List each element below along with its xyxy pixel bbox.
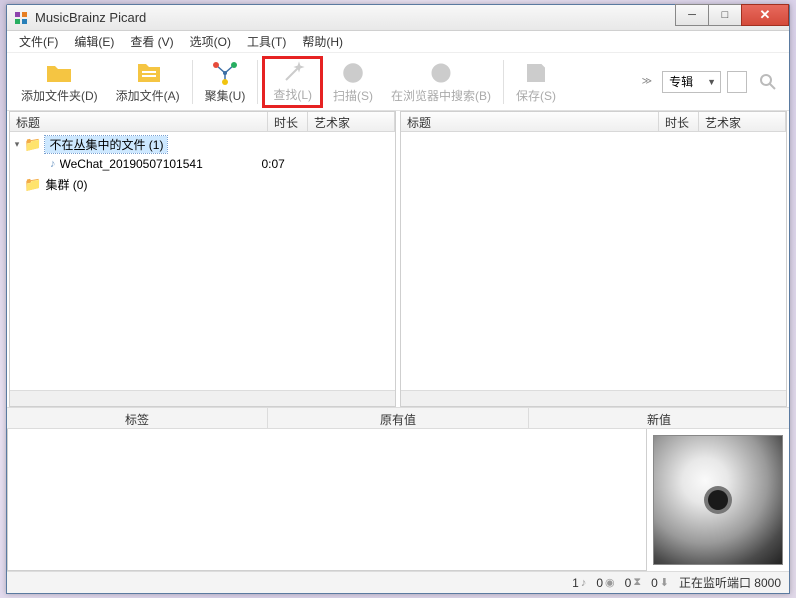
disc-icon: ◉ [605, 576, 615, 589]
app-icon [13, 10, 29, 26]
chevron-down-icon: ▼ [707, 77, 716, 87]
add-files-button[interactable]: 添加文件(A) [108, 56, 188, 108]
folder-icon: 📁 [24, 136, 41, 153]
toolbar-right: ≫ 专辑 ▼ [638, 67, 783, 97]
left-columns: 标题 时长 艺术家 [10, 112, 395, 132]
pending-icon: ⧗ [633, 576, 641, 589]
toolbar-separator [257, 60, 258, 104]
folder-icon: 📁 [24, 176, 41, 193]
col-title[interactable]: 标题 [10, 112, 268, 131]
bottom-area [7, 429, 789, 571]
window-controls: ─ □ ✕ [676, 4, 789, 26]
right-scrollbar[interactable] [401, 390, 786, 406]
menu-tools[interactable]: 工具(T) [239, 31, 294, 52]
tagcol-new[interactable]: 新值 [529, 408, 789, 428]
tree-row-clusters[interactable]: 📁 集群 (0) [10, 174, 395, 194]
folder-icon [45, 59, 73, 87]
close-button[interactable]: ✕ [741, 4, 789, 26]
toolbar-separator [503, 60, 504, 104]
right-columns: 标题 时长 艺术家 [401, 112, 786, 132]
tree-row-unclustered[interactable]: ▾ 📁 不在丛集中的文件 (1) [10, 134, 395, 154]
file-name: WeChat_20190507101541 [60, 157, 262, 171]
toolbar-separator [192, 60, 193, 104]
col-title[interactable]: 标题 [401, 112, 659, 131]
right-tree[interactable] [401, 132, 786, 390]
search-icon [758, 72, 778, 92]
tag-editor[interactable] [7, 429, 647, 571]
menu-file[interactable]: 文件(F) [11, 31, 66, 52]
search-input[interactable] [727, 71, 747, 93]
save-button[interactable]: 保存(S) [508, 56, 564, 108]
maximize-button[interactable]: □ [708, 4, 742, 26]
left-tree[interactable]: ▾ 📁 不在丛集中的文件 (1) ♪ WeChat_20190507101541… [10, 132, 395, 390]
cluster-button[interactable]: 聚集(U) [197, 56, 254, 108]
download-icon: ⬇ [660, 576, 669, 589]
file-length: 0:07 [262, 157, 302, 171]
tag-columns: 标签 原有值 新值 [7, 407, 789, 429]
globe-icon [429, 59, 453, 87]
menu-view[interactable]: 查看 (V) [122, 31, 181, 52]
add-folder-button[interactable]: 添加文件夹(D) [13, 56, 106, 108]
browser-lookup-button[interactable]: 在浏览器中搜索(B) [383, 56, 499, 108]
toolbar: 添加文件夹(D) 添加文件(A) 聚集(U) 查找(L) 扫描(S) 在浏览器中… [7, 53, 789, 111]
status-message: 正在监听端口 8000 [679, 574, 781, 591]
search-type-select[interactable]: 专辑 ▼ [662, 71, 721, 93]
scan-button[interactable]: 扫描(S) [325, 56, 381, 108]
tagcol-original[interactable]: 原有值 [268, 408, 529, 428]
lookup-button[interactable]: 查找(L) [262, 56, 323, 108]
expand-toggle[interactable]: ▾ [10, 139, 24, 150]
note-icon: ♪ [581, 577, 587, 589]
cluster-icon [212, 59, 238, 87]
fingerprint-icon [341, 59, 365, 87]
left-scrollbar[interactable] [10, 390, 395, 406]
status-count-2: 0◉ [596, 576, 616, 590]
menubar: 文件(F) 编辑(E) 查看 (V) 选项(O) 工具(T) 帮助(H) [7, 31, 789, 53]
col-artist[interactable]: 艺术家 [699, 112, 786, 131]
unclustered-label: 不在丛集中的文件 (1) [45, 136, 167, 153]
tagcol-tag[interactable]: 标签 [7, 408, 268, 428]
wand-icon [281, 61, 305, 86]
status-bar: 1♪ 0◉ 0⧗ 0⬇ 正在监听端口 8000 [7, 571, 789, 593]
menu-options[interactable]: 选项(O) [182, 31, 239, 52]
titlebar: MusicBrainz Picard ─ □ ✕ [7, 5, 789, 31]
left-pane: 标题 时长 艺术家 ▾ 📁 不在丛集中的文件 (1) ♪ WeChat_2019… [9, 111, 396, 407]
tree-row-file[interactable]: ♪ WeChat_20190507101541 0:07 [10, 154, 395, 174]
menu-edit[interactable]: 编辑(E) [66, 31, 122, 52]
col-artist[interactable]: 艺术家 [308, 112, 395, 131]
app-window: MusicBrainz Picard ─ □ ✕ 文件(F) 编辑(E) 查看 … [6, 4, 790, 594]
status-count-3: 0⧗ [625, 576, 643, 590]
col-length[interactable]: 时长 [268, 112, 308, 131]
status-count-1: 1♪ [572, 576, 588, 590]
right-pane: 标题 时长 艺术家 [400, 111, 787, 407]
select-value: 专辑 [669, 73, 693, 90]
clusters-label: 集群 (0) [45, 176, 87, 193]
minimize-button[interactable]: ─ [675, 4, 709, 26]
cover-art[interactable] [653, 435, 783, 565]
save-icon [524, 59, 548, 87]
music-file-icon: ♪ [50, 158, 56, 170]
status-count-4: 0⬇ [651, 576, 671, 590]
main-panes: 标题 时长 艺术家 ▾ 📁 不在丛集中的文件 (1) ♪ WeChat_2019… [7, 111, 789, 407]
files-icon [134, 59, 162, 87]
search-button[interactable] [753, 67, 783, 97]
menu-help[interactable]: 帮助(H) [294, 31, 351, 52]
toolbar-overflow[interactable]: ≫ [638, 76, 656, 87]
col-length[interactable]: 时长 [659, 112, 699, 131]
